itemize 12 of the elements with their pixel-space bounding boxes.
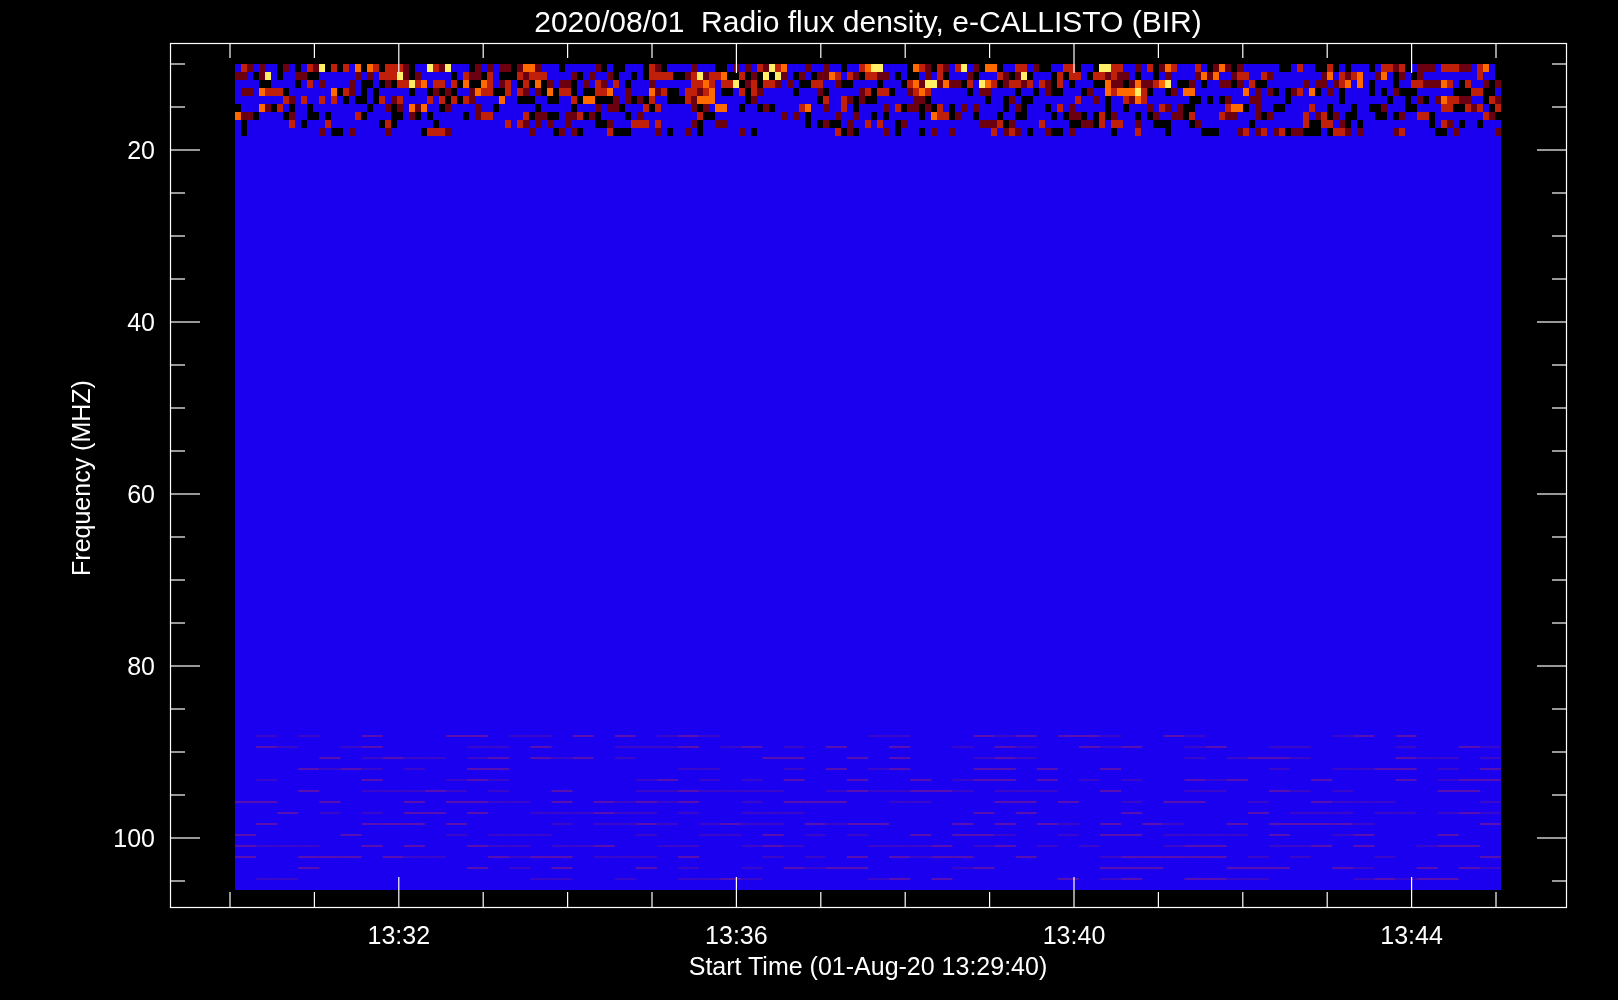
y-tick-label: 20 [127,136,155,164]
y-tick-label: 60 [127,480,155,508]
x-tick-label: 13:44 [1380,921,1443,949]
x-tick-label: 13:36 [705,921,768,949]
chart-title: 2020/08/01 Radio flux density, e-CALLISTO (BIR) [534,5,1202,38]
x-tick-label: 13:32 [367,921,431,949]
x-tick-label: 13:40 [1042,921,1106,949]
x-axis-label: Start Time (01-Aug-20 13:29:40) [688,952,1048,980]
y-tick-label: 100 [113,824,155,852]
y-tick-label: 40 [127,308,155,336]
y-tick-label: 80 [127,652,155,680]
y-axis-label: Frequency (MHZ) [67,380,95,576]
